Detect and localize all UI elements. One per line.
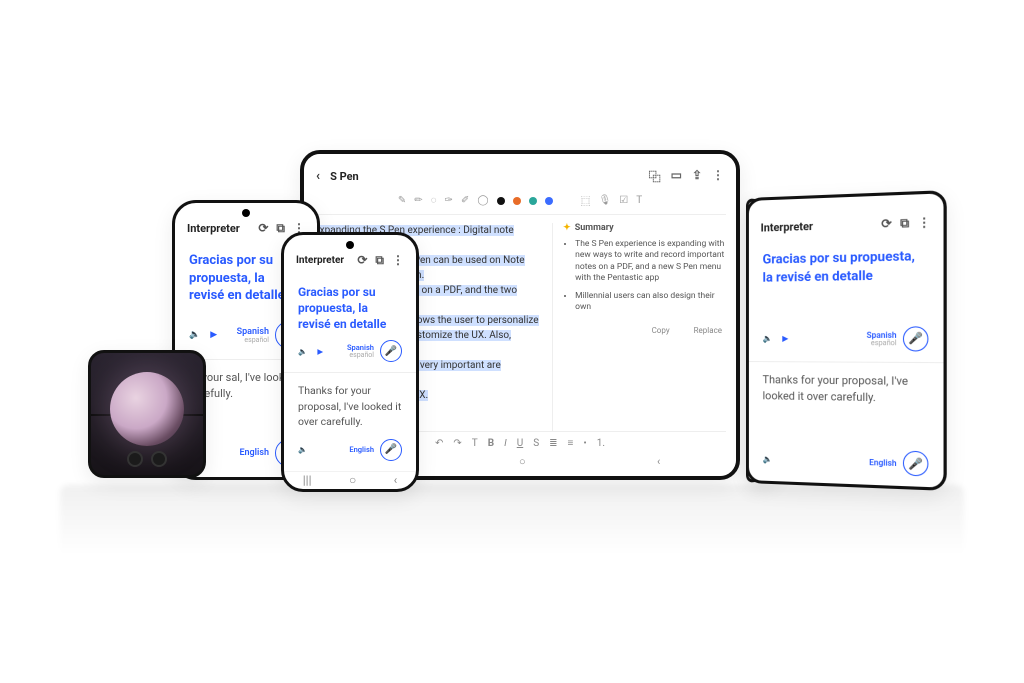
back-chevron-icon[interactable]: ‹ <box>316 169 320 184</box>
camera-notch <box>346 241 354 249</box>
speaker-icon[interactable] <box>763 334 773 343</box>
summary-title: Summary <box>575 223 614 233</box>
strike-tool[interactable]: S <box>533 438 539 449</box>
mic-button[interactable] <box>380 340 402 362</box>
more-icon[interactable]: ⋮ <box>712 168 724 185</box>
source-text: Gracias por su propuesta, la revisé en d… <box>763 248 929 287</box>
tablet-pen-toolbar[interactable]: ✎ ✏ ◌ ✑ ✐ ◯ ⿴ 🎙 ☑ T <box>314 191 726 215</box>
nav-back-icon[interactable]: ‹ <box>657 455 660 468</box>
history-icon[interactable] <box>258 221 268 236</box>
color-black[interactable] <box>497 197 505 205</box>
fold-device-main: Interpreter Gracias por su propuesta, la… <box>746 190 947 491</box>
mic-button[interactable] <box>903 451 929 477</box>
italic-tool[interactable]: I <box>504 438 507 449</box>
pen-tool-4-icon[interactable]: ✐ <box>461 195 469 206</box>
play-icon[interactable] <box>317 347 323 356</box>
more-icon[interactable] <box>918 215 931 231</box>
mic-icon <box>385 444 397 455</box>
pen-tool-3-icon[interactable]: ✑ <box>445 195 453 206</box>
number-list-icon[interactable]: 1. <box>597 438 605 449</box>
mic-icon <box>908 332 923 346</box>
speaker-icon[interactable] <box>763 454 773 463</box>
screen-toggle-icon[interactable] <box>900 216 909 232</box>
mic-button[interactable] <box>903 326 929 351</box>
redo-icon[interactable]: ↷ <box>453 438 461 449</box>
nav-back-icon[interactable]: ‹ <box>394 473 398 487</box>
color-teal[interactable] <box>529 197 537 205</box>
nav-home-icon[interactable]: ○ <box>349 473 356 487</box>
highlighter-icon[interactable]: ✏ <box>414 195 422 206</box>
tablet-notes-header: ‹ S Pen ⿻ ▭ ⇪ ⋮ <box>314 164 726 191</box>
phone-front: Interpreter Gracias por su propuesta, la… <box>281 232 419 492</box>
bookmark-icon[interactable]: ▭ <box>671 168 682 185</box>
bold-tool[interactable]: B <box>488 438 494 449</box>
attach-icon[interactable]: ⿴ <box>581 193 591 208</box>
phone-system-nav: ||| ○ ‹ <box>284 471 416 489</box>
source-text: Gracias por su propuesta, la revisé en d… <box>298 284 402 333</box>
tablet-title: S Pen <box>330 170 359 183</box>
replace-button[interactable]: Replace <box>694 326 722 335</box>
screen-toggle-icon[interactable] <box>375 253 384 268</box>
app-title: Interpreter <box>296 255 344 266</box>
underline-tool[interactable]: U <box>517 438 523 449</box>
align-center-icon[interactable]: ≡ <box>568 438 574 449</box>
speaker-icon[interactable] <box>298 347 307 356</box>
flip-cameras <box>127 451 167 467</box>
todo-icon[interactable]: ☑ <box>619 195 628 206</box>
stylus <box>546 150 696 152</box>
flip-device-closed <box>88 350 206 478</box>
play-icon[interactable] <box>210 330 217 340</box>
app-title: Interpreter <box>761 220 813 235</box>
align-left-icon[interactable]: ≣ <box>549 438 557 449</box>
history-icon[interactable] <box>881 216 892 232</box>
play-icon[interactable] <box>782 334 788 343</box>
target-text: Thanks for your proposal, I've looked it… <box>298 383 402 429</box>
speaker-icon[interactable] <box>189 330 200 340</box>
nav-home-icon[interactable]: ○ <box>519 455 526 468</box>
color-orange[interactable] <box>513 197 521 205</box>
mic-icon <box>908 456 923 470</box>
target-language[interactable]: English <box>349 445 374 454</box>
history-icon[interactable] <box>357 253 367 268</box>
pen-icon[interactable]: ✎ <box>398 195 406 206</box>
summary-bullet: Millennial users can also design their o… <box>575 291 726 314</box>
bullet-list-icon[interactable]: • <box>583 438 586 449</box>
screen-toggle-icon[interactable] <box>276 221 285 236</box>
text-tool[interactable]: T <box>472 438 478 449</box>
camera-notch <box>242 209 250 217</box>
tablet-summary-panel: Summary The S Pen experience is expandin… <box>552 223 726 431</box>
mic-button[interactable] <box>380 439 402 461</box>
summary-bullet: The S Pen experience is expanding with n… <box>575 239 726 285</box>
copy-button[interactable]: Copy <box>652 326 670 335</box>
undo-icon[interactable]: ↶ <box>435 438 443 449</box>
text-icon[interactable]: T <box>636 195 642 206</box>
flip-wallpaper-orb <box>110 372 184 446</box>
share-icon[interactable]: ⇪ <box>692 168 702 185</box>
more-icon[interactable] <box>392 253 404 268</box>
app-title: Interpreter <box>187 222 240 235</box>
voice-icon[interactable]: 🎙 <box>599 195 612 206</box>
speaker-icon[interactable] <box>298 445 307 454</box>
mic-icon <box>385 346 397 357</box>
lasso-icon[interactable]: ◯ <box>477 195 488 206</box>
target-language[interactable]: English <box>239 448 269 458</box>
surface-reflection <box>60 485 964 555</box>
target-language[interactable]: English <box>869 457 896 467</box>
nav-recents-icon[interactable]: ||| <box>303 473 312 487</box>
reader-icon[interactable]: ⿻ <box>649 168 661 185</box>
sparkle-icon <box>563 223 571 233</box>
eraser-icon[interactable]: ◌ <box>431 195 437 206</box>
target-text: Thanks for your proposal, I've looked it… <box>763 372 929 407</box>
color-blue[interactable] <box>545 197 553 205</box>
